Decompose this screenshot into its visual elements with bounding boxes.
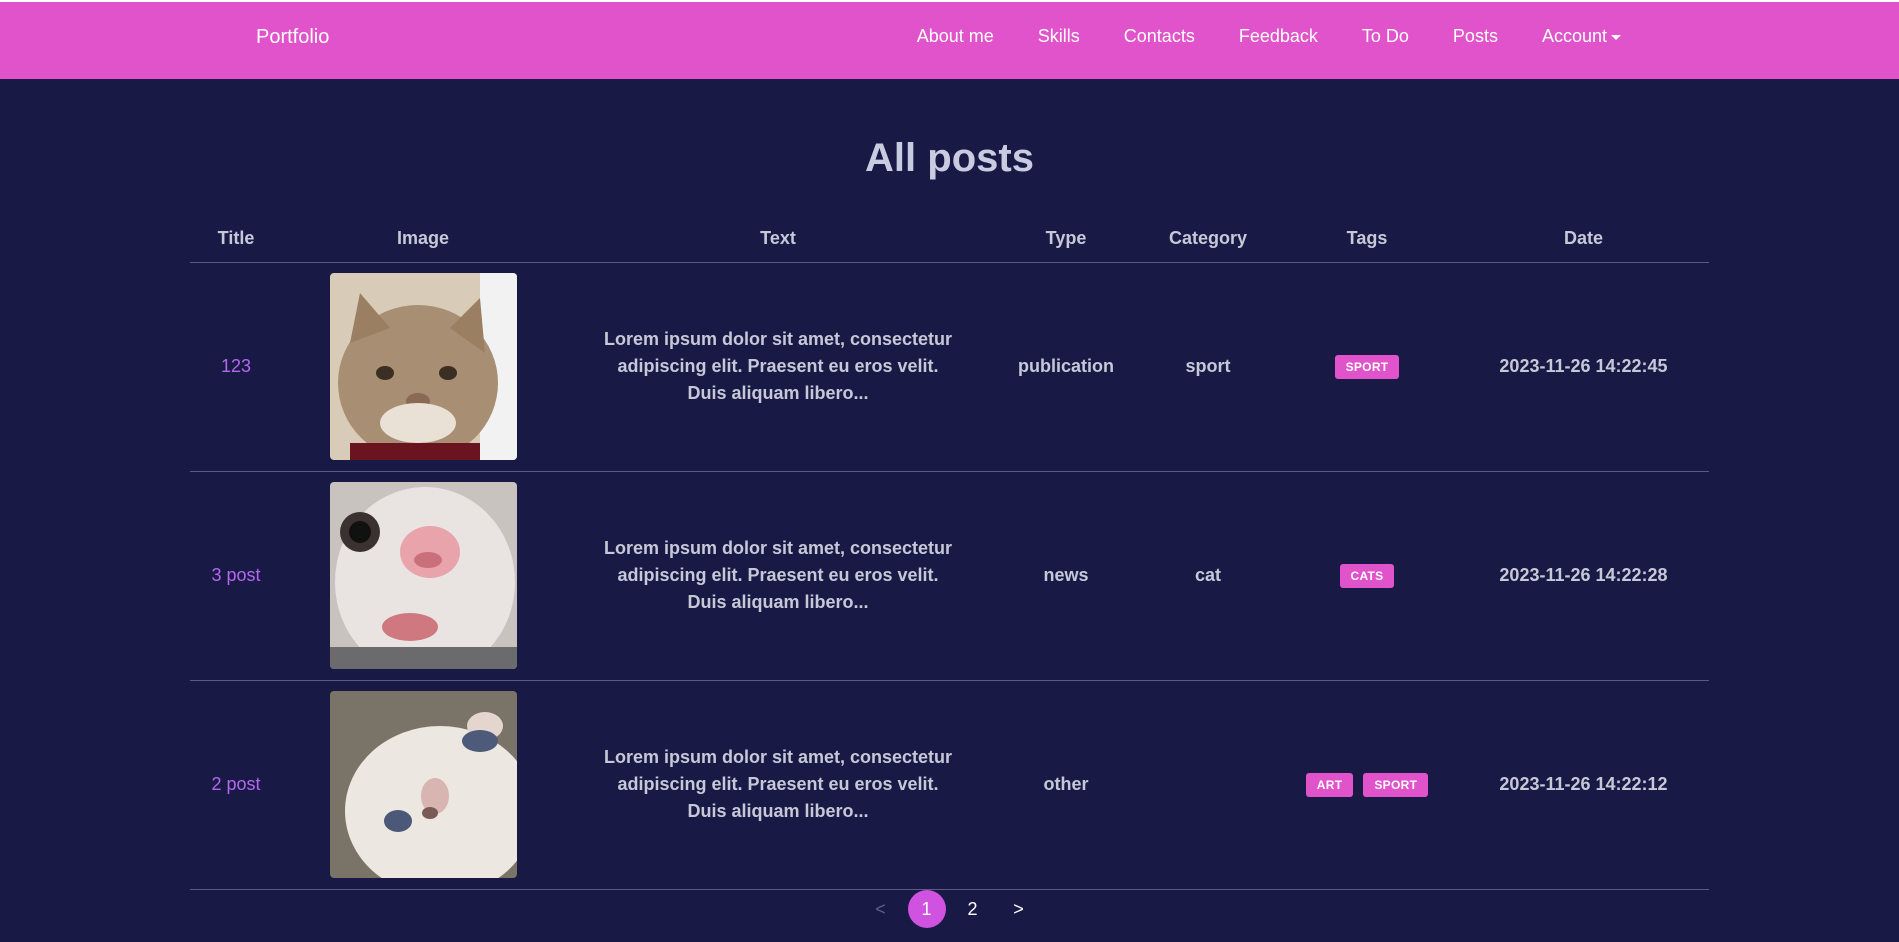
post-title-link[interactable]: 3 post: [190, 471, 282, 681]
nav-links: About me Skills Contacts Feedback To Do …: [917, 26, 1621, 47]
table-row: 3 post Lorem ipsum dolor sit amet, conse…: [190, 471, 1709, 681]
pagination: < 1 2 >: [0, 890, 1899, 928]
post-title-link[interactable]: 2 post: [190, 680, 282, 890]
header-image: Image: [282, 222, 564, 263]
header-title: Title: [190, 222, 282, 263]
post-tags: CATS: [1276, 471, 1458, 681]
nav-contacts[interactable]: Contacts: [1124, 26, 1195, 47]
pagination-next-button[interactable]: >: [1000, 890, 1038, 928]
pagination-prev-button[interactable]: <: [862, 890, 900, 928]
post-category: sport: [1140, 262, 1276, 472]
post-type: other: [992, 680, 1140, 890]
pagination-page-2[interactable]: 2: [954, 890, 992, 928]
header-text: Text: [564, 222, 992, 263]
post-category: cat: [1140, 471, 1276, 681]
image-cell: [282, 471, 564, 681]
post-type: news: [992, 471, 1140, 681]
nav-account-label: Account: [1541, 26, 1607, 46]
table-header-row: Title Image Text Type Category Tags Date: [190, 222, 1709, 263]
header-date: Date: [1458, 222, 1709, 263]
nav-about-me[interactable]: About me: [917, 26, 994, 47]
header-tags: Tags: [1276, 222, 1458, 263]
tag-badge[interactable]: ART: [1305, 772, 1354, 797]
post-text: Lorem ipsum dolor sit amet, consectetur …: [564, 471, 992, 681]
posts-table-container: Title Image Text Type Category Tags Date…: [190, 222, 1709, 890]
post-text: Lorem ipsum dolor sit amet, consectetur …: [564, 680, 992, 890]
nav-posts[interactable]: Posts: [1453, 26, 1498, 47]
page-title: All posts: [865, 136, 1034, 180]
tag-badge[interactable]: CATS: [1339, 563, 1395, 588]
post-text: Lorem ipsum dolor sit amet, consectetur …: [564, 262, 992, 472]
table-row: 123 Lorem ipsum dolor sit amet, consecte…: [190, 262, 1709, 472]
tag-badge[interactable]: SPORT: [1334, 354, 1400, 379]
post-tags: ART SPORT: [1276, 680, 1458, 890]
post-title-link[interactable]: 123: [190, 262, 282, 472]
pagination-page-1[interactable]: 1: [907, 890, 946, 928]
post-category: [1140, 680, 1276, 890]
post-date: 2023-11-26 14:22:28: [1458, 471, 1709, 681]
post-image[interactable]: [329, 482, 517, 669]
table-row: 2 post Lorem ipsum dolor sit amet, conse…: [190, 680, 1709, 890]
caret-down-icon: [1611, 35, 1621, 40]
image-cell: [282, 680, 564, 890]
nav-todo[interactable]: To Do: [1362, 26, 1409, 47]
post-image[interactable]: [329, 691, 517, 878]
tag-badge[interactable]: SPORT: [1363, 772, 1429, 797]
post-date: 2023-11-26 14:22:12: [1458, 680, 1709, 890]
post-type: publication: [992, 262, 1140, 472]
nav-skills[interactable]: Skills: [1038, 26, 1080, 47]
image-cell: [282, 262, 564, 472]
nav-account-dropdown[interactable]: Account: [1542, 26, 1621, 47]
posts-table: Title Image Text Type Category Tags Date…: [190, 222, 1709, 890]
post-image[interactable]: [329, 273, 517, 460]
post-tags: SPORT: [1276, 262, 1458, 472]
post-date: 2023-11-26 14:22:45: [1458, 262, 1709, 472]
top-navbar: Portfolio About me Skills Contacts Feedb…: [0, 0, 1899, 79]
brand-link[interactable]: Portfolio: [256, 26, 329, 49]
header-type: Type: [992, 222, 1140, 263]
nav-feedback[interactable]: Feedback: [1239, 26, 1318, 47]
header-category: Category: [1140, 222, 1276, 263]
